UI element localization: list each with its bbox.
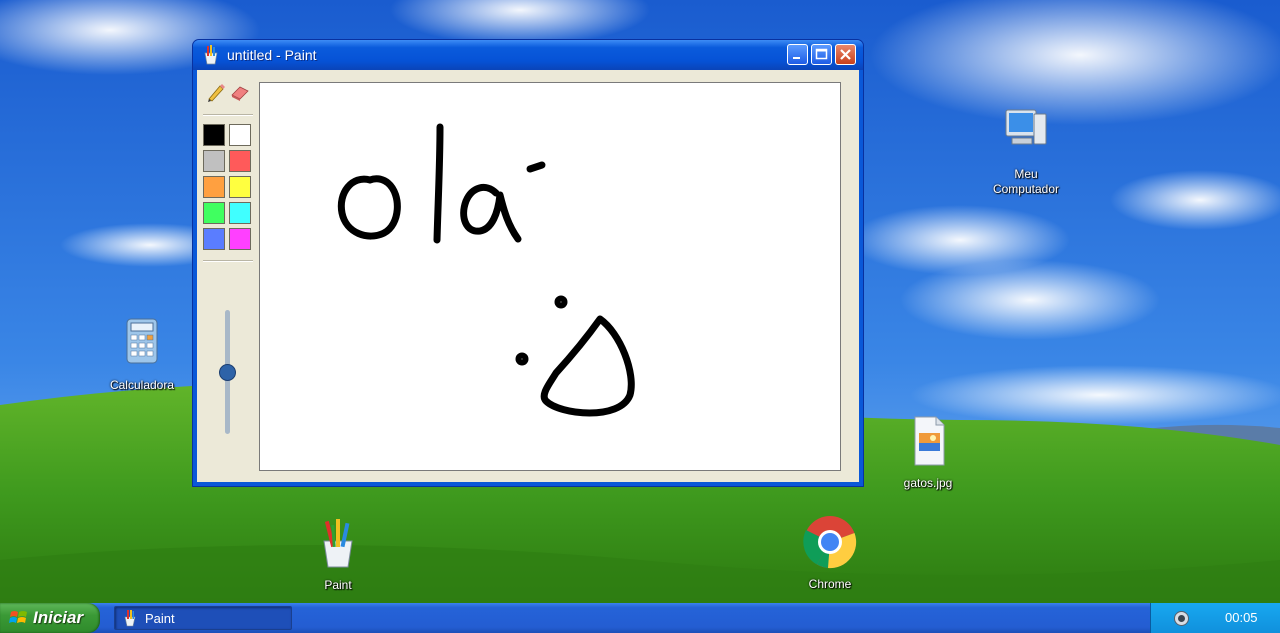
system-tray: 00:05	[1150, 603, 1280, 633]
start-label: Iniciar	[33, 608, 84, 627]
computer-icon	[1005, 109, 1047, 145]
stroke-eye-lower	[515, 352, 529, 366]
color-swatch-black[interactable]	[203, 124, 225, 146]
color-swatch-yellow[interactable]	[229, 176, 251, 198]
paint-desktop-icon[interactable]: Paint	[283, 515, 393, 593]
color-swatch-magenta[interactable]	[229, 228, 251, 250]
window-client	[197, 70, 859, 482]
image-file-icon	[914, 416, 945, 466]
image-file-desktop-icon[interactable]: gatos.jpg	[873, 413, 983, 491]
image-file-label: gatos.jpg	[903, 476, 953, 490]
color-swatch-gray[interactable]	[203, 150, 225, 172]
minimize-button[interactable]	[787, 44, 808, 65]
calculator-icon	[126, 318, 158, 364]
taskbar: Iniciar Paint 00:05	[0, 603, 1280, 633]
start-button[interactable]: Iniciar	[0, 603, 100, 633]
maximize-icon	[815, 48, 828, 60]
calculator-desktop-icon[interactable]: Calculadora	[87, 315, 197, 393]
stroke-accent	[526, 161, 546, 173]
stroke-letter-a	[460, 183, 522, 243]
paint-taskbar-icon	[124, 610, 136, 627]
brush-size-slider-thumb[interactable]	[219, 363, 236, 381]
toolbox	[197, 70, 259, 482]
paint-icon	[323, 519, 353, 568]
drawing-canvas[interactable]	[259, 82, 841, 471]
color-swatch-blue[interactable]	[203, 228, 225, 250]
window-title: untitled - Paint	[227, 47, 317, 63]
chrome-label: Chrome	[808, 577, 852, 591]
calculator-label: Calculadora	[109, 378, 175, 392]
taskbar-item-label: Paint	[145, 611, 175, 626]
maximize-button[interactable]	[811, 44, 832, 65]
my-computer-icon[interactable]: Meu Computador	[971, 104, 1081, 197]
paint-window: untitled - Paint	[192, 39, 864, 487]
color-swatch-white[interactable]	[229, 124, 251, 146]
pencil-icon[interactable]	[205, 81, 227, 103]
chrome-desktop-icon[interactable]: Chrome	[775, 514, 885, 592]
speaker-icon[interactable]	[1173, 610, 1190, 627]
toolbox-divider	[203, 114, 253, 116]
minimize-icon	[793, 57, 800, 59]
stroke-eye-upper	[554, 295, 568, 309]
stroke-mouth	[540, 315, 635, 417]
close-button[interactable]	[835, 44, 856, 65]
clock: 00:05	[1225, 610, 1258, 625]
color-swatch-cyan[interactable]	[229, 202, 251, 224]
color-swatch-orange[interactable]	[203, 176, 225, 198]
stroke-letter-l	[433, 123, 444, 244]
eraser-icon[interactable]	[229, 81, 251, 103]
my-computer-label: Meu Computador	[992, 167, 1060, 196]
paint-app-icon	[204, 45, 218, 65]
taskbar-item-paint[interactable]: Paint	[114, 606, 292, 630]
stroke-letter-o	[337, 175, 401, 240]
color-swatch-green[interactable]	[203, 202, 225, 224]
title-bar[interactable]: untitled - Paint	[193, 40, 863, 70]
paint-desktop-label: Paint	[324, 578, 352, 592]
canvas-drawing	[337, 123, 635, 417]
desktop: Meu Computador Calculadora gatos.jpg Pai…	[0, 0, 1280, 603]
toolbox-divider	[203, 260, 253, 262]
close-icon	[840, 49, 851, 60]
chrome-icon	[803, 516, 857, 569]
windows-logo-icon	[9, 611, 27, 623]
color-swatch-red[interactable]	[229, 150, 251, 172]
